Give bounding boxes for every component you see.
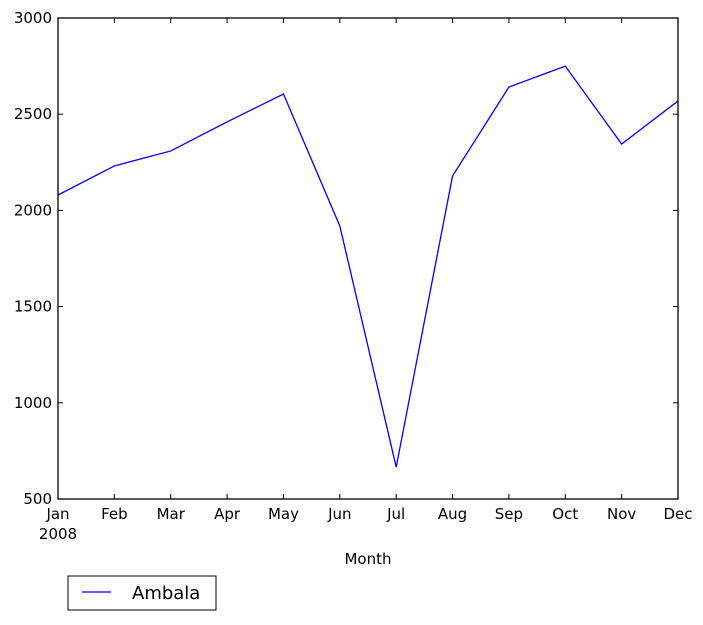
x-tick-year-label: 2008 — [39, 525, 77, 543]
x-tick-label: Nov — [607, 505, 636, 523]
x-tick-label: Jan — [45, 505, 69, 523]
x-tick-label: May — [268, 505, 299, 523]
y-tick-label: 2000 — [14, 201, 52, 219]
y-tick-label: 1500 — [14, 298, 52, 316]
y-tick-label: 3000 — [14, 9, 52, 27]
series-line-ambala — [58, 66, 678, 467]
x-tick-label: Sep — [495, 505, 523, 523]
x-tick-label: Oct — [552, 505, 578, 523]
legend-label-ambala: Ambala — [132, 583, 200, 604]
line-chart: 50010001500200025003000Jan2008FebMarAprM… — [0, 0, 703, 621]
x-tick-label: Apr — [214, 505, 241, 523]
legend: Ambala — [68, 576, 216, 610]
plot-area-frame — [58, 18, 678, 499]
x-tick-label: Feb — [101, 505, 128, 523]
x-tick-label: Jul — [386, 505, 405, 523]
y-tick-label: 2500 — [14, 105, 52, 123]
x-tick-label: Mar — [157, 505, 186, 523]
x-tick-label: Jun — [327, 505, 351, 523]
x-tick-label: Dec — [663, 505, 692, 523]
x-axis-label: Month — [344, 550, 391, 568]
y-tick-label: 1000 — [14, 394, 52, 412]
x-tick-label: Aug — [438, 505, 467, 523]
